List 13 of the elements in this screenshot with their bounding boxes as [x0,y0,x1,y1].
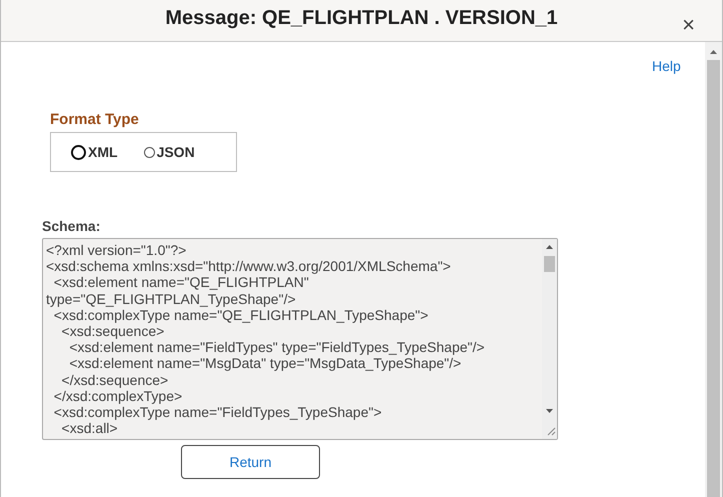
return-button[interactable]: Return [181,445,320,479]
format-type-label: Format Type [50,111,140,128]
help-link[interactable]: Help [652,58,681,74]
radio-option[interactable]: XML [71,144,118,160]
close-button[interactable]: × [682,14,695,36]
radio-option[interactable]: JSON [144,144,195,160]
radio-label: XML [88,144,118,160]
schema-label: Schema: [42,218,102,234]
radio-label: JSON [156,144,195,160]
radio-button[interactable] [71,144,86,160]
dialog-title: Message: QE_FLIGHTPLAN . VERSION_1 [165,7,558,30]
schema-field[interactable]: <?xml version="1.0"?> <xsd:schema xmlns:xsd="http://www.w3.org/2001/XMLSchema"> <xsd:element name="QE_FLIGHTPLAN" type="QE_FLIGHTPLAN_TypeShape"/> <xsd:complexType name="QE_FLIGHTPLAN_TypeShape"> <xsd:sequence> <xsd:element name="FieldTypes" type="FieldTypes_TypeShape"/> <xsd:element name="MsgData" type="MsgData_TypeShape"/> </xsd:sequence> </xsd:complexType> <xsd:complexType name="FieldTypes_TypeShape"> <xsd:all> [42,238,558,440]
radio-button[interactable] [144,146,155,158]
